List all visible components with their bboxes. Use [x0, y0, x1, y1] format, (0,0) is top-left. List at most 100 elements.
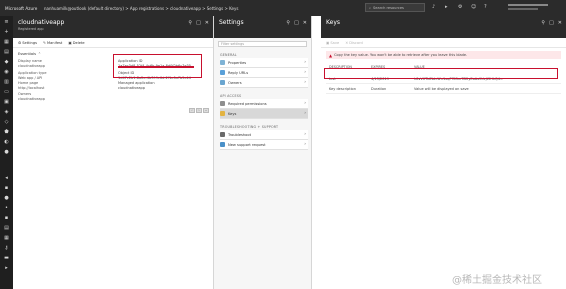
search-box[interactable]: ⌕ Search resources: [365, 3, 425, 12]
close-icon[interactable]: ✕: [303, 20, 307, 26]
prop-value: Web app / API: [18, 76, 43, 80]
warning-text: Copy the key value. You won't be able to…: [334, 53, 468, 57]
maximize-icon[interactable]: □: [196, 20, 201, 26]
bell-icon[interactable]: ♪: [432, 4, 437, 10]
circle-icon[interactable]: ●: [3, 196, 10, 201]
settings-blade-header: Settings ⚲ □ ✕: [214, 16, 311, 38]
keys-blade: Keys ⚲ □ ✕ ▣ Save ✕ Discard ▲ Copy the key…: [321, 16, 566, 289]
settings-item-keys[interactable]: Keys ›: [220, 109, 308, 119]
settings-filter-input[interactable]: Filter settings: [218, 41, 307, 47]
smiley-icon[interactable]: ☺: [471, 4, 476, 10]
blade-controls: ⚲ □ ✕: [188, 20, 209, 26]
chevron-up-icon: ⌃: [38, 52, 42, 56]
key-row-highlight: [324, 68, 558, 79]
prop-value[interactable]: cloudnativeapp: [118, 86, 145, 90]
sql-icon[interactable]: ▤: [3, 226, 10, 231]
close-icon: ✕: [345, 40, 349, 45]
chevron-right-icon: ›: [304, 70, 306, 75]
section-general: General: [220, 53, 237, 57]
database-icon[interactable]: ▥: [3, 80, 10, 85]
topbar-icons: ♪ ▸ ⚙ ☺ ?: [432, 4, 489, 10]
pager-next-icon[interactable]: ›: [196, 108, 202, 113]
settings-item-new-support-request[interactable]: New support request ›: [220, 140, 308, 150]
shell-icon[interactable]: ▸: [445, 4, 450, 10]
app-icon[interactable]: ▦: [3, 236, 10, 241]
settings-item-properties[interactable]: Properties ›: [220, 58, 308, 68]
close-icon[interactable]: ✕: [558, 20, 562, 26]
box-icon[interactable]: ▪: [3, 216, 10, 221]
shield-icon[interactable]: ⬟: [3, 130, 10, 135]
pin-icon[interactable]: ⚲: [286, 20, 290, 26]
brand-name[interactable]: Microsoft Azure: [0, 6, 40, 11]
monitor-2-icon[interactable]: ▬: [3, 256, 10, 261]
settings-item-troubleshoot[interactable]: Troubleshoot ›: [220, 130, 308, 140]
app-toolbar: ⚙ Settings ✎ Manifest ▣ Delete: [13, 38, 213, 48]
section-api-access: API access: [220, 94, 242, 98]
settings-item-reply-urls[interactable]: Reply URLs ›: [220, 68, 308, 78]
gear-icon[interactable]: ⚙: [458, 4, 463, 10]
wrench-icon: [220, 132, 225, 137]
gear-icon: ⚙: [18, 40, 22, 45]
monitor-icon[interactable]: ▭: [3, 90, 10, 95]
keys-blade-title: Keys: [326, 19, 341, 26]
settings-item-required-permissions[interactable]: Required permissions ›: [220, 99, 308, 109]
support-icon: [220, 142, 225, 147]
grid-icon[interactable]: ▤: [3, 50, 10, 55]
delete-button[interactable]: ▣ Delete: [68, 41, 84, 45]
manifest-button[interactable]: ✎ Manifest: [43, 41, 62, 45]
more-icon[interactable]: ▸: [3, 266, 10, 271]
properties-icon: [220, 60, 225, 65]
prop-label: Home page: [18, 81, 39, 85]
chevron-right-icon: ›: [304, 80, 306, 85]
arrow-icon[interactable]: ◂: [3, 176, 10, 181]
top-bar: Microsoft Azure nanhuamilk@outlook (defa…: [0, 0, 566, 16]
chevron-right-icon: ›: [304, 132, 306, 137]
globe-icon[interactable]: ◉: [3, 70, 10, 75]
tag-icon[interactable]: ▪: [3, 186, 10, 191]
pin-icon[interactable]: ⚲: [188, 20, 192, 26]
close-icon[interactable]: ✕: [205, 20, 209, 26]
trash-icon: ▣: [68, 40, 72, 45]
settings-item-owners[interactable]: Owners ›: [220, 78, 308, 88]
breadcrumb[interactable]: nanhuamilk@outlook (default directory) >…: [44, 6, 238, 11]
pin-icon[interactable]: ⚲: [541, 20, 545, 26]
pager-expand-icon[interactable]: ⌄: [203, 108, 209, 113]
cube-icon[interactable]: ◆: [3, 60, 10, 65]
dashboard-icon[interactable]: ▦: [3, 40, 10, 45]
key-icon[interactable]: ⚷: [3, 246, 10, 251]
storage-icon[interactable]: ▣: [3, 100, 10, 105]
pager-prev-icon[interactable]: ‹: [189, 108, 195, 113]
warning-icon: ▲: [329, 52, 333, 58]
network-icon[interactable]: ◈: [3, 110, 10, 115]
account-name: [508, 4, 548, 6]
settings-button[interactable]: ⚙ Settings: [18, 41, 37, 45]
menu-icon[interactable]: ≡: [3, 20, 10, 25]
owners-icon: [220, 80, 225, 85]
prop-label: Managed application: [118, 81, 155, 85]
keys-toolbar: ▣ Save ✕ Discard: [321, 38, 566, 48]
help-circle-icon[interactable]: ●: [3, 150, 10, 155]
maximize-icon[interactable]: □: [549, 20, 554, 26]
key-description-input[interactable]: Key description: [326, 87, 371, 91]
keys-blade-header: Keys ⚲ □ ✕: [321, 16, 566, 38]
diamond-icon[interactable]: ◇: [3, 120, 10, 125]
search-icon: ⌕: [369, 5, 372, 10]
save-button[interactable]: ▣ Save: [326, 41, 339, 45]
key-icon: [220, 111, 225, 116]
key-value-placeholder: Value will be displayed on save: [414, 86, 469, 91]
discard-button[interactable]: ✕ Discard: [345, 41, 363, 45]
maximize-icon[interactable]: □: [294, 20, 299, 26]
help-icon[interactable]: ?: [484, 4, 489, 10]
app-blade-title: cloudnativeapp: [18, 19, 65, 26]
account-menu[interactable]: [508, 3, 560, 12]
app-id-highlight: [113, 54, 202, 78]
plus-icon[interactable]: +: [3, 30, 10, 35]
app-blade-header: cloudnativeapp Registered app ⚲ □ ✕: [13, 16, 213, 38]
cost-icon[interactable]: ◐: [3, 140, 10, 145]
pager: ‹ › ⌄: [189, 108, 209, 113]
save-icon: ▣: [326, 40, 330, 45]
watermark: @稀土掘金技术社区: [452, 275, 542, 286]
key-duration-select[interactable]: Duration: [371, 87, 414, 91]
dot-icon[interactable]: •: [3, 206, 10, 211]
prop-value[interactable]: http://localhost: [18, 86, 44, 90]
